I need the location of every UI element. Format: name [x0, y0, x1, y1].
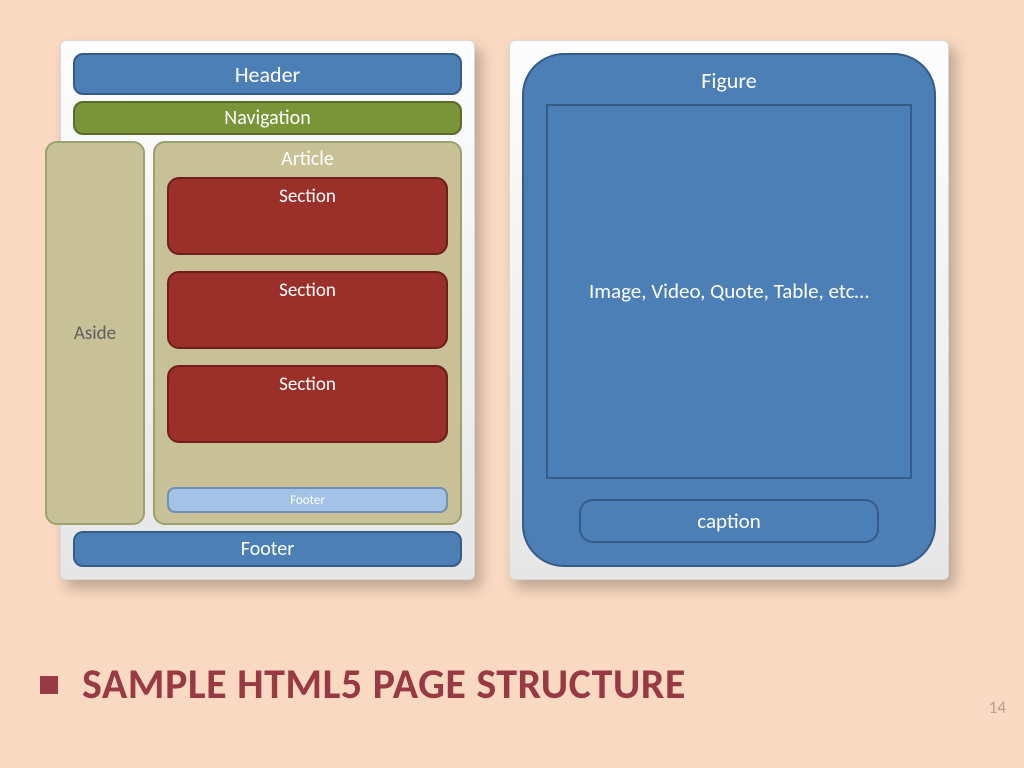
figure-structure-frame: Figure Image, Video, Quote, Table, etc… …	[509, 40, 949, 580]
header-block: Header	[73, 53, 462, 95]
section-block: Section	[167, 365, 448, 443]
page-structure-frame: Header Navigation Aside Article Section …	[60, 40, 475, 580]
article-block: Article Section Section Section Footer	[153, 141, 462, 525]
figure-content-block: Image, Video, Quote, Table, etc…	[546, 104, 912, 479]
page-number: 14	[989, 697, 1006, 718]
article-label: Article	[167, 143, 448, 177]
figure-label: Figure	[546, 65, 912, 104]
section-block: Section	[167, 177, 448, 255]
article-footer-block: Footer	[167, 487, 448, 513]
diagram-panels: Header Navigation Aside Article Section …	[0, 0, 1024, 580]
slide-title: SAMPLE HTML5 PAGE STRUCTURE	[82, 659, 686, 710]
figure-block: Figure Image, Video, Quote, Table, etc… …	[522, 53, 936, 567]
aside-block: Aside	[45, 141, 145, 525]
caption-block: caption	[579, 499, 879, 543]
middle-row: Aside Article Section Section Section Fo…	[73, 141, 462, 525]
section-block: Section	[167, 271, 448, 349]
bullet-icon	[40, 676, 58, 694]
navigation-block: Navigation	[73, 101, 462, 135]
slide-title-row: SAMPLE HTML5 PAGE STRUCTURE	[40, 659, 686, 710]
footer-block: Footer	[73, 531, 462, 567]
